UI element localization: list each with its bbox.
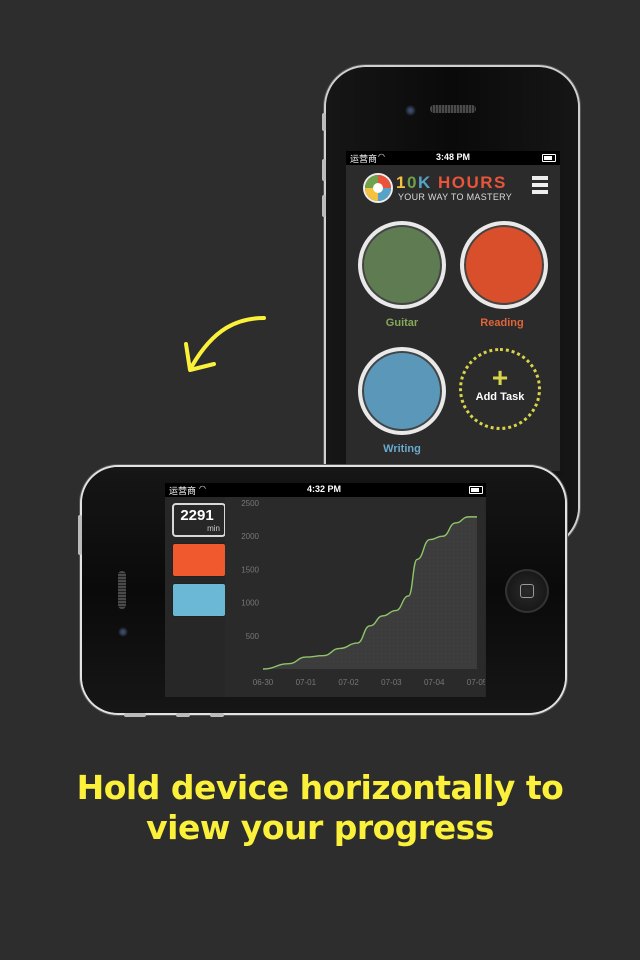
earpiece-speaker [430, 105, 476, 113]
side-switch [78, 515, 82, 555]
task-circle-reading[interactable] [460, 221, 548, 309]
task-label-guitar: Guitar [385, 317, 419, 329]
landscape-screen: 运营商 ◠ 4:32 PM 2291 min 500 1000 1500 2000 25… [165, 483, 486, 697]
x-tick-label: 07-04 [424, 678, 445, 687]
caption-line-2: view your progress [146, 808, 494, 847]
status-time: 4:32 PM [307, 484, 342, 494]
front-camera-icon [405, 105, 416, 116]
task-circle-writing[interactable] [358, 347, 446, 435]
x-tick-label: 07-01 [296, 678, 317, 687]
caption-line-1: Hold device horizontally to [76, 768, 564, 807]
total-minutes-box: 2291 min [172, 503, 226, 537]
task-label-writing: Writing [383, 443, 421, 455]
volume-button-2 [176, 713, 190, 717]
volume-button-1 [124, 713, 146, 717]
total-minutes-unit: min [207, 524, 220, 533]
x-tick-label: 06-30 [253, 678, 274, 687]
promo-caption: Hold device horizontally to view your pr… [0, 768, 640, 848]
wifi-icon: ◠ [199, 484, 206, 493]
status-bar: 运营商 ◠ 3:48 PM [346, 151, 560, 165]
y-tick-label: 2500 [241, 499, 259, 508]
earpiece-speaker [118, 571, 126, 609]
wifi-icon: ◠ [378, 152, 385, 161]
y-tick-label: 500 [246, 632, 260, 641]
landscape-phone: 运营商 ◠ 4:32 PM 2291 min 500 1000 1500 2000 25… [78, 467, 565, 717]
volume-down-button [322, 195, 326, 217]
carrier-label: 运营商 [169, 486, 197, 496]
progress-chart: 500 1000 1500 2000 2500 06-30 07-01 07-02 07-03… [225, 497, 485, 697]
app-header: 10K HOURS YOUR WAY TO MASTERY [346, 165, 560, 207]
x-tick-label: 07-03 [381, 678, 402, 687]
add-task-label: Add Task [475, 391, 525, 403]
volume-button-3 [210, 713, 224, 717]
add-task-button[interactable]: + Add Task [459, 348, 541, 430]
app-subtitle: YOUR WAY TO MASTERY [398, 192, 513, 202]
total-minutes-value: 2291 [180, 507, 214, 524]
battery-icon [542, 154, 556, 162]
plus-icon: + [491, 362, 509, 393]
home-button[interactable] [505, 569, 549, 613]
task-swatch-reading[interactable] [172, 543, 226, 577]
task-swatch-writing[interactable] [172, 583, 226, 617]
mute-switch [322, 113, 326, 131]
volume-up-button [322, 159, 326, 181]
x-tick-label: 07-05 [467, 678, 485, 687]
portrait-screen: 运营商 ◠ 3:48 PM 10K HOURS YOUR WAY TO MAST… [346, 151, 560, 471]
logo-color-wheel-icon [365, 175, 391, 201]
front-camera-icon [118, 627, 128, 637]
status-time: 3:48 PM [436, 152, 471, 162]
y-tick-label: 2000 [241, 532, 259, 541]
arrow-icon [184, 316, 266, 372]
app-title: 10K HOURS [396, 173, 507, 192]
task-label-reading: Reading [480, 317, 524, 329]
y-tick-label: 1500 [241, 565, 259, 574]
carrier-label: 运营商 [350, 154, 378, 164]
y-tick-label: 1000 [241, 599, 259, 608]
battery-icon [469, 486, 483, 494]
menu-hamburger-icon[interactable] [532, 176, 548, 196]
x-tick-label: 07-02 [338, 678, 359, 687]
status-bar: 运营商 ◠ 4:32 PM [165, 483, 486, 497]
task-circle-guitar[interactable] [358, 221, 446, 309]
